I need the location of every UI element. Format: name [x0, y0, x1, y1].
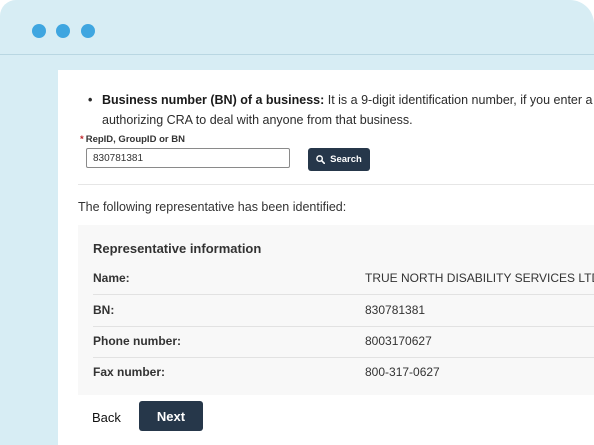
identified-message: The following representative has been id… [78, 200, 347, 214]
info-row-phone: Phone number: 8003170627 [93, 326, 594, 358]
next-button-label: Next [156, 408, 186, 424]
repid-label: * RepID, GroupID or BN [80, 134, 185, 145]
search-button-label: Search [330, 154, 362, 165]
representative-info-panel: Representative information Name: TRUE NO… [78, 225, 594, 395]
required-marker: * [80, 134, 84, 145]
window-dot-minimize[interactable] [56, 24, 70, 38]
window-titlebar [0, 0, 594, 55]
repid-input[interactable] [86, 148, 290, 168]
bullet-text: It is a 9-digit identification number, i… [324, 93, 594, 107]
bullet-line2: authorizing CRA to deal with anyone from… [102, 113, 413, 127]
info-row-fax: Fax number: 800-317-0627 [93, 357, 594, 388]
window-dot-close[interactable] [32, 24, 46, 38]
info-label: Name: [93, 271, 130, 285]
repid-label-text: RepID, GroupID or BN [85, 134, 185, 145]
window-dot-maximize[interactable] [81, 24, 95, 38]
next-button[interactable]: Next [139, 401, 203, 431]
info-value: 830781381 [365, 303, 426, 317]
info-value: 800-317-0627 [365, 365, 440, 379]
info-label: BN: [93, 303, 115, 317]
bullet-title: Business number (BN) of a business: [102, 93, 325, 107]
info-row-bn: BN: 830781381 [93, 295, 594, 327]
bn-bullet: • Business number (BN) of a business: It… [88, 90, 594, 130]
info-label: Phone number: [93, 334, 182, 348]
info-label: Fax number: [93, 365, 166, 379]
bullet-icon: • [88, 93, 93, 107]
page-content: • Business number (BN) of a business: It… [58, 70, 594, 445]
panel-title: Representative information [93, 241, 262, 256]
back-button[interactable]: Back [92, 410, 121, 425]
divider [78, 184, 594, 185]
info-value: TRUE NORTH DISABILITY SERVICES LTD. [365, 271, 594, 285]
browser-frame: • Business number (BN) of a business: It… [0, 0, 594, 445]
info-value: 8003170627 [365, 334, 432, 348]
search-button[interactable]: Search [308, 148, 370, 171]
info-row-name: Name: TRUE NORTH DISABILITY SERVICES LTD… [93, 263, 594, 295]
search-icon [316, 155, 326, 164]
